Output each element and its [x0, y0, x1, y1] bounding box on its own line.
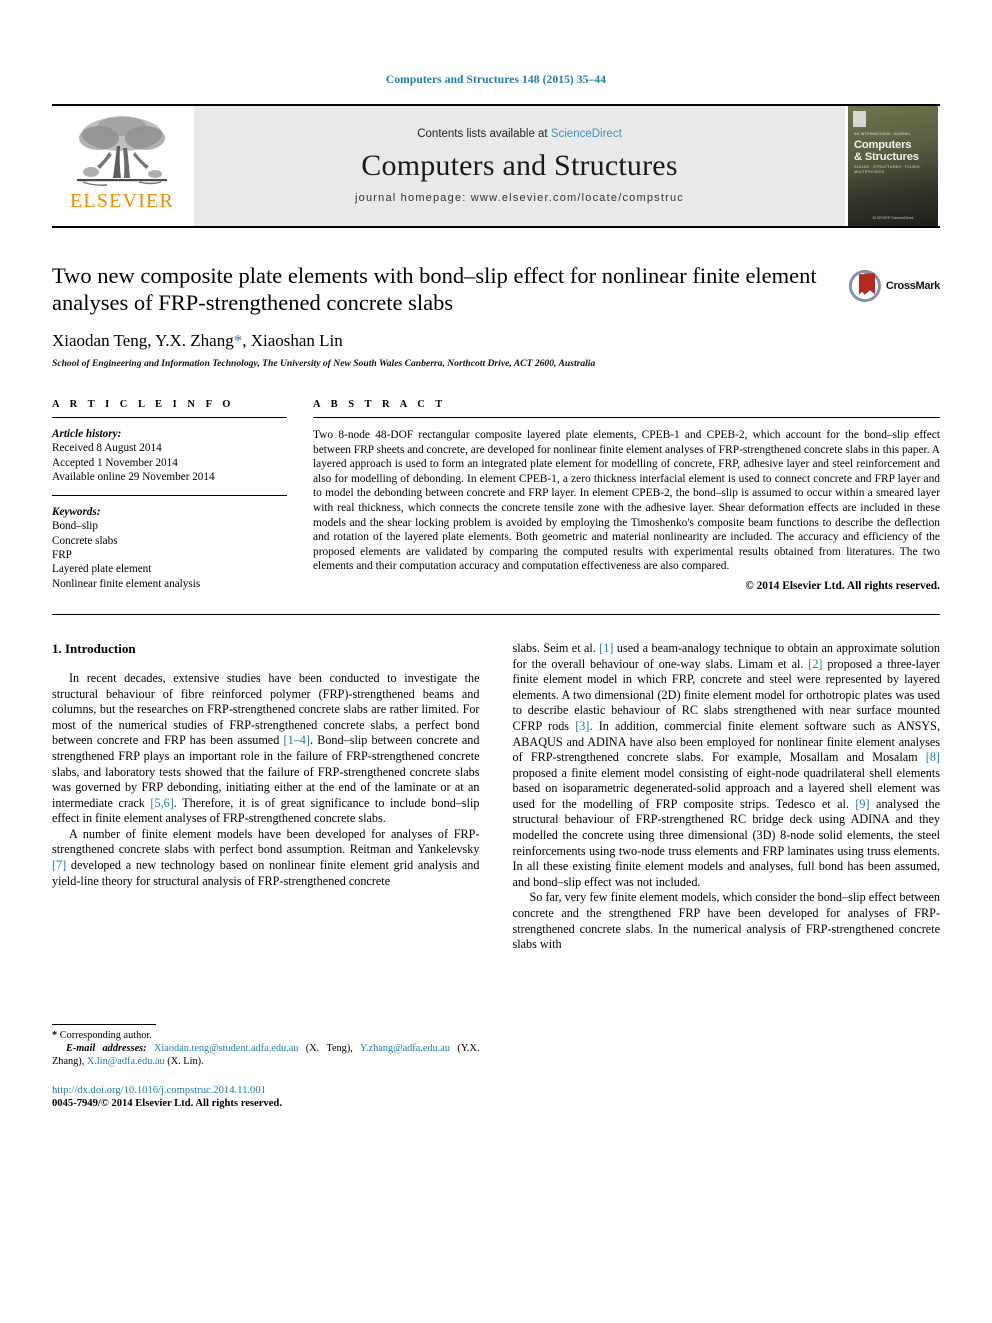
info-abstract-row: A R T I C L E I N F O Article history: R… [52, 399, 940, 592]
page-title: Two new composite plate elements with bo… [52, 263, 817, 315]
running-head: Computers and Structures 148 (2015) 35–4… [385, 74, 607, 86]
cover-kicker: AN INTERNATIONAL JOURNAL [854, 132, 911, 136]
citation-link[interactable]: [2] [808, 657, 822, 671]
sciencedirect-link[interactable]: ScienceDirect [551, 128, 622, 140]
corresponding-author-note: * Corresponding author. [52, 1029, 480, 1042]
affiliation: School of Engineering and Information Te… [52, 358, 596, 369]
footnote-rule [52, 1023, 156, 1025]
crossmark-label: CrossMark [885, 280, 940, 292]
email-name-1: (X. Teng), [298, 1042, 360, 1054]
article-info-heading: A R T I C L E I N F O [52, 399, 235, 410]
abstract-rule [313, 417, 940, 418]
citation-link[interactable]: [9] [855, 797, 869, 811]
history-item: Accepted 1 November 2014 [52, 456, 178, 469]
keyword-item: Bond–slip [52, 520, 99, 533]
abstract-text: Two 8-node 48-DOF rectangular composite … [313, 429, 940, 573]
citation-link[interactable]: [3] [575, 719, 589, 733]
journal-masthead: ELSEVIER Contents lists available at Sci… [52, 104, 940, 226]
email-name-3: (X. Lin). [164, 1055, 204, 1067]
journal-homepage-link[interactable]: journal homepage: www.elsevier.com/locat… [355, 192, 684, 204]
keyword-item: Nonlinear finite element analysis [52, 577, 201, 590]
cover-subtitle: SOLIDS · STRUCTURES · FLUIDS · MULTIPHYS… [854, 164, 923, 174]
keyword-item: Concrete slabs [52, 534, 118, 547]
paragraph: slabs. Seim et al. [1] used a beam-analo… [513, 641, 941, 891]
authors-text-rest: , Xiaoshan Lin [242, 331, 343, 350]
paragraph: So far, very few finite element models, … [512, 890, 941, 952]
abstract-copyright: © 2014 Elsevier Ltd. All rights reserved… [745, 579, 940, 592]
paper-page: Computers and Structures 148 (2015) 35–4… [0, 0, 992, 1323]
article-history-group: Article history: Received 8 August 2014 … [52, 427, 287, 484]
email-link-2[interactable]: Y.zhang@adfa.edu.au [360, 1043, 450, 1054]
cover-title: Computers & Structures [854, 139, 919, 163]
doi-block: http://dx.doi.org/10.1016/j.compstruc.20… [52, 1084, 480, 1111]
paragraph: In recent decades, extensive studies hav… [52, 671, 480, 827]
elsevier-wordmark: ELSEVIER [69, 190, 175, 212]
keyword-item: Layered plate element [52, 563, 152, 576]
footnote-area: * Corresponding author. E-mail addresses… [52, 1023, 480, 1111]
cover-footer: ELSEVIER ScienceDirect [872, 216, 914, 220]
history-item: Available online 29 November 2014 [52, 470, 215, 483]
elsevier-tree-icon [77, 116, 167, 186]
keywords-group: Keywords: Bond–slip Concrete slabs FRP L… [52, 495, 287, 591]
abstract-heading: A B S T R A C T [313, 399, 447, 410]
section-heading-introduction: 1. Introduction [52, 640, 136, 656]
article-info-column: A R T I C L E I N F O Article history: R… [52, 399, 287, 592]
keyword-item: FRP [52, 549, 72, 562]
elsevier-logo-block: ELSEVIER [52, 106, 192, 226]
title-block: Two new composite plate elements with bo… [52, 262, 940, 369]
article-info-rule [52, 417, 287, 418]
citation-link[interactable]: [1] [599, 641, 613, 655]
contents-prefix: Contents lists available at [417, 128, 551, 140]
crossmark-icon [848, 269, 881, 303]
body-column-left: 1. Introduction In recent decades, exten… [52, 641, 480, 1111]
journal-title: Computers and Structures [361, 149, 678, 182]
body-columns: 1. Introduction In recent decades, exten… [52, 641, 940, 1111]
keywords-label: Keywords: [52, 506, 101, 519]
issn-copyright-line: 0045-7949/© 2014 Elsevier Ltd. All right… [52, 1098, 282, 1110]
citation-link[interactable]: [8] [926, 750, 940, 764]
citation-link[interactable]: [1–4] [284, 733, 310, 747]
abstract-column: A B S T R A C T Two 8-node 48-DOF rectan… [313, 399, 940, 592]
citation-link[interactable]: [7] [52, 858, 66, 872]
corresponding-author-marker: * [233, 331, 243, 350]
journal-cover-block: AN INTERNATIONAL JOURNAL Computers & Str… [848, 106, 940, 226]
email-link-1[interactable]: Xiaodan.teng@student.adfa.edu.au [154, 1043, 298, 1054]
authors-text: Xiaodan Teng, Y.X. Zhang [52, 331, 234, 350]
crossmark-badge[interactable]: CrossMark [848, 264, 940, 308]
email-link-3[interactable]: X.lin@adfa.edu.au [87, 1056, 165, 1067]
body-separator-rule [52, 613, 940, 615]
citation-link[interactable]: [5,6] [150, 796, 173, 810]
cover-title-line2: & Structures [854, 151, 919, 163]
doi-link[interactable]: http://dx.doi.org/10.1016/j.compstruc.20… [52, 1084, 480, 1098]
masthead-bottom-rule [52, 226, 940, 228]
paragraph: A number of finite element models have b… [52, 827, 480, 889]
paragraph-text: slabs. Seim et al. [512, 640, 600, 655]
contents-available-line: Contents lists available at ScienceDirec… [417, 128, 622, 140]
article-history-label: Article history: [52, 428, 122, 440]
author-list: Xiaodan Teng, Y.X. Zhang*, Xiaoshan Lin [52, 331, 844, 351]
email-label: E-mail addresses: [66, 1042, 147, 1054]
paragraph-text: developed a new technology based on nonl… [52, 858, 480, 888]
journal-band: Contents lists available at ScienceDirec… [194, 106, 845, 226]
paragraph-text: A number of finite element models have b… [52, 826, 480, 857]
cover-elsevier-icon [853, 111, 866, 127]
journal-cover-thumbnail: AN INTERNATIONAL JOURNAL Computers & Str… [848, 106, 938, 226]
email-note: E-mail addresses: Xiaodan.teng@student.a… [52, 1042, 480, 1068]
corresponding-author-text: Corresponding author. [57, 1029, 152, 1041]
body-column-right: slabs. Seim et al. [1] used a beam-analo… [513, 641, 941, 1111]
cover-title-line1: Computers [854, 139, 912, 151]
history-item: Received 8 August 2014 [52, 442, 162, 455]
